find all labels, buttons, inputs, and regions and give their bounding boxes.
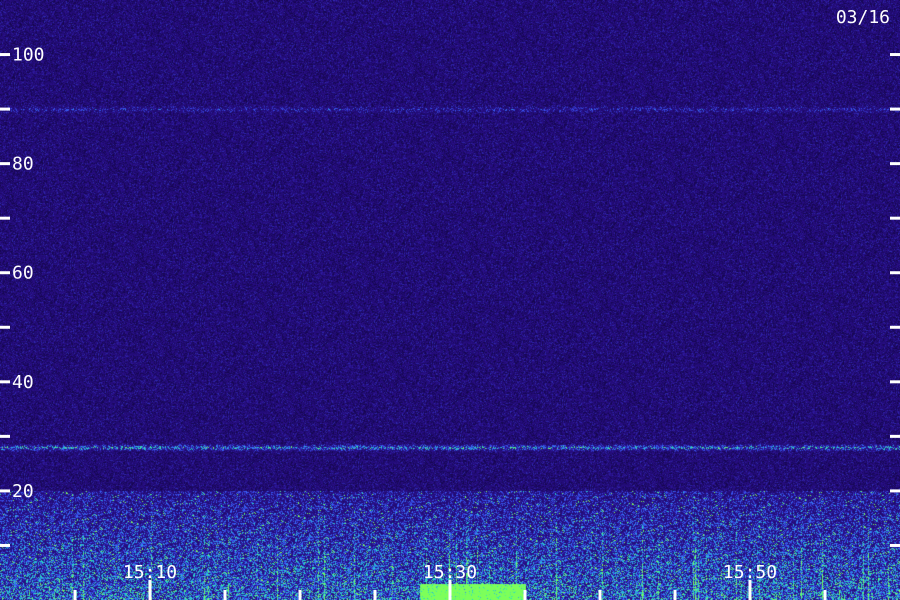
date-label: 03/16 xyxy=(836,7,890,28)
y-tick-label: 40 xyxy=(12,372,34,393)
y-tick-label: 100 xyxy=(12,45,45,66)
x-axis-ticks: 15:10 15:30 15:50 xyxy=(73,562,827,600)
spectrogram-chart: 20 40 60 80 100 15:10 15:30 15:50 03/16 xyxy=(0,0,900,600)
y-tick-label: 20 xyxy=(12,481,34,502)
y-tick-label: 60 xyxy=(12,263,34,284)
x-tick-label: 15:30 xyxy=(423,562,477,583)
y-tick-label: 80 xyxy=(12,154,34,175)
x-tick-label: 15:50 xyxy=(723,562,777,583)
x-tick-label: 15:10 xyxy=(123,562,177,583)
y-axis-ticks: 20 40 60 80 100 xyxy=(0,45,900,547)
spectrogram-axes: 20 40 60 80 100 15:10 15:30 15:50 03/16 xyxy=(0,7,900,600)
